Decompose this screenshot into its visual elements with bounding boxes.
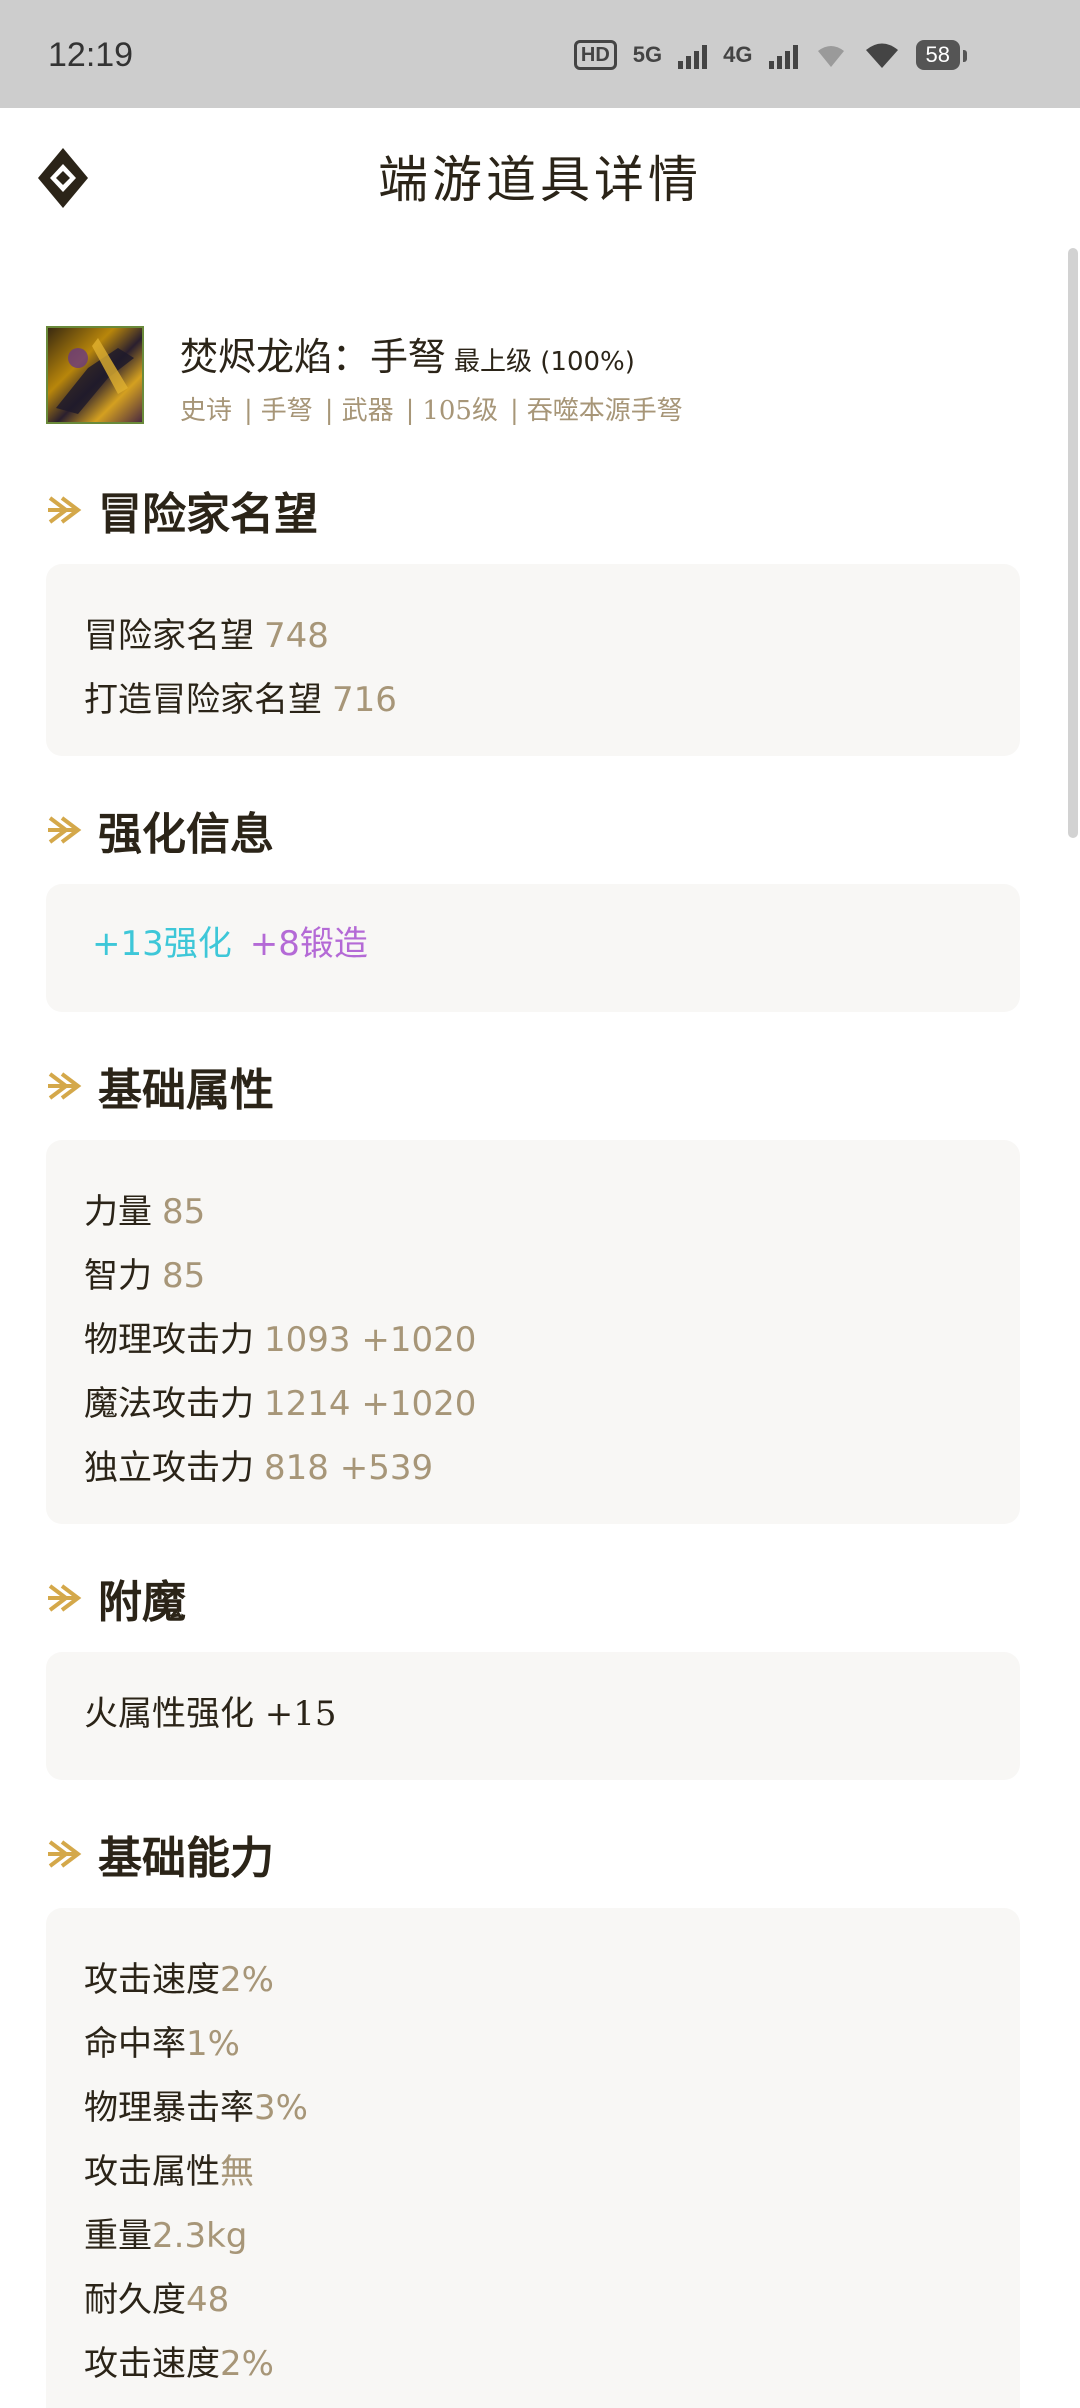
item-tags: 史诗 手弩 武器 105级 吞噬本源手弩 [180, 390, 695, 427]
wifi-hotspot-icon [817, 46, 844, 67]
status-icons: HD 5G 4G 58 [573, 40, 968, 70]
hd-voice-icon: HD [573, 40, 617, 70]
arrow-right-icon [48, 816, 82, 844]
wifi-icon [865, 43, 898, 68]
item-header: 焚烬龙焰：手弩最上级 (100%) 史诗 手弩 武器 105级 吞噬本源手弩 [46, 326, 1036, 426]
forge-level: +8锻造 [249, 924, 368, 964]
arrow-right-icon [48, 1072, 82, 1100]
stat-row: 命中率1% [84, 2024, 240, 2064]
stat-row: 物理暴击率3% [84, 2088, 308, 2128]
stat-row: 冒险家名望 748 [84, 616, 329, 656]
stat-row: 攻击速度2% [84, 2344, 274, 2384]
scrollbar-thumb[interactable] [1068, 248, 1078, 838]
item-tag: 武器 [325, 390, 406, 427]
item-tag: 手弩 [244, 390, 325, 427]
card-reputation: 冒险家名望 748 打造冒险家名望 716 [46, 564, 1020, 756]
network-4g-label: 4G [723, 42, 753, 67]
stat-row: 耐久度48 [84, 2280, 230, 2320]
status-time: 12:19 [48, 36, 134, 74]
card-abilities: 攻击速度2% 命中率1% 物理暴击率3% 攻击属性無 重量2.3kg 耐久度48… [46, 1908, 1020, 2408]
arrow-right-icon [48, 1840, 82, 1868]
stat-row: 魔法攻击力 1214 +1020 [84, 1384, 477, 1424]
item-grade: 最上级 (100%) [454, 347, 635, 377]
stat-row: 攻击属性無 [84, 2152, 254, 2192]
page-title: 端游道具详情 [378, 151, 702, 209]
stat-row: 攻击速度2% [84, 1960, 274, 2000]
stat-row: 重量2.3kg [84, 2216, 248, 2256]
status-bar: 12:19 HD 5G 4G 58 [0, 0, 1080, 108]
stat-row: 独立攻击力 818 +539 [84, 1448, 434, 1488]
item-name: 焚烬龙焰：手弩 最上级 (100%) [180, 326, 635, 381]
battery-icon: 58 [915, 40, 968, 70]
section-title-enchant: 附魔 [46, 1566, 186, 1630]
item-tag: 吞噬本源手弩 [510, 390, 695, 427]
arrow-right-icon [48, 1584, 82, 1612]
signal-icon-2 [768, 41, 798, 69]
stat-row: 物理攻击力 1093 +1020 [84, 1320, 477, 1360]
stat-row: 火属性强化 +15 [84, 1694, 337, 1734]
stat-row: 智力 85 [84, 1256, 206, 1296]
section-title-reputation: 冒险家名望 [46, 478, 318, 542]
item-name-text: 焚烬龙焰：手弩 [180, 335, 447, 379]
item-tag: 史诗 [180, 396, 233, 426]
stat-row: 打造冒险家名望 716 [84, 680, 397, 720]
card-enchant: 火属性强化 +15 [46, 1652, 1020, 1780]
item-tag: 105级 [406, 390, 510, 427]
section-title-enhance: 强化信息 [46, 798, 274, 862]
card-base-stats: 力量 85 智力 85 物理攻击力 1093 +1020 魔法攻击力 1214 +102… [46, 1140, 1020, 1524]
section-title-abilities: 基础能力 [46, 1822, 274, 1886]
section-title-base-stats: 基础属性 [46, 1054, 274, 1118]
card-enhance: +13强化 +8锻造 [46, 884, 1020, 1012]
enhance-level: +13强化 [92, 924, 232, 964]
network-5g-label: 5G [632, 42, 663, 67]
arrow-right-icon [48, 496, 82, 524]
app-header: 端游道具详情 [0, 108, 1080, 248]
signal-icon [678, 41, 708, 69]
enhance-row: +13强化 +8锻造 [84, 912, 982, 976]
item-weapon-icon [46, 326, 144, 424]
stat-row: 力量 85 [84, 1192, 206, 1232]
